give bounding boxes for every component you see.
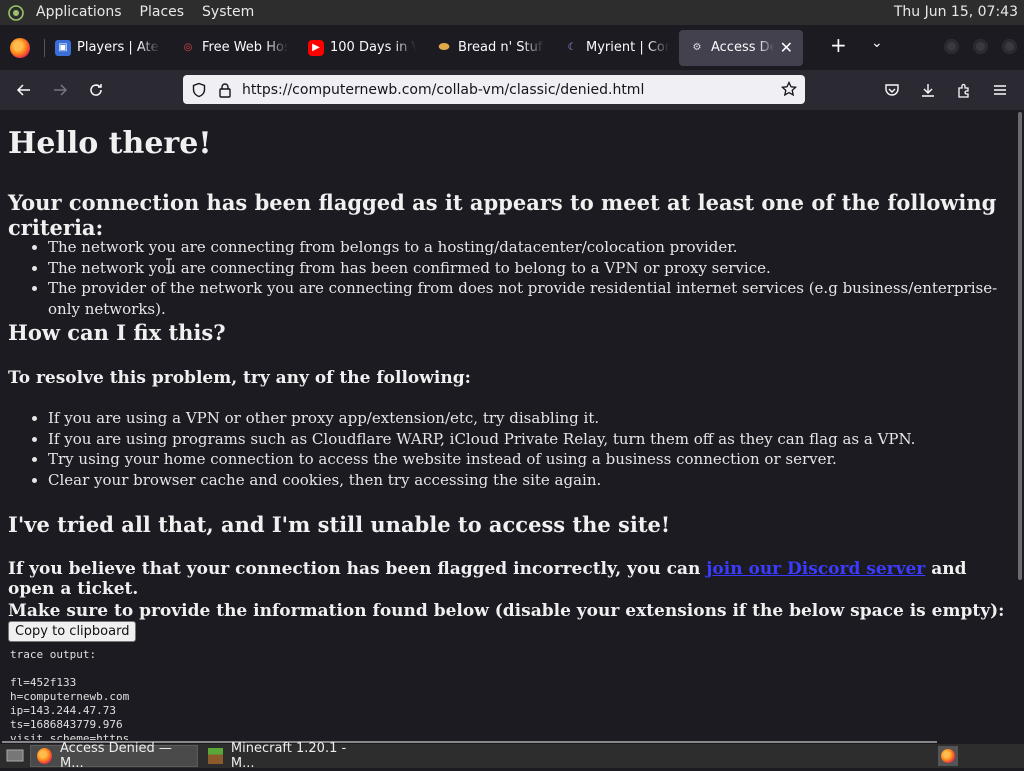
list-item: The network you are connecting from belo… — [48, 237, 1016, 258]
tray-firefox-icon[interactable] — [938, 746, 958, 766]
tab-title: Myrient | Cont — [586, 40, 669, 55]
tab-title: Free Web Hosting — [202, 40, 288, 55]
forward-icon[interactable] — [46, 76, 74, 104]
tab-bar: ▣ Players | Atern ◎ Free Web Hosting ▶ 1… — [0, 25, 1024, 70]
hamburger-menu-icon[interactable] — [986, 76, 1014, 104]
believe-text: If you believe that your connection has … — [8, 559, 707, 579]
taskbar-label: Minecraft 1.20.1 - M... — [230, 741, 347, 771]
taskbar: Access Denied — M... Minecraft 1.20.1 - … — [0, 741, 1024, 771]
firefox-view-icon[interactable] — [10, 37, 30, 58]
close-window-icon[interactable] — [1002, 39, 1017, 54]
maximize-icon[interactable] — [973, 39, 988, 54]
tab-myrient[interactable]: ☾ Myrient | Cont — [554, 30, 679, 66]
reload-icon[interactable] — [82, 76, 110, 104]
show-desktop-icon[interactable] — [6, 748, 24, 764]
taskbar-item-minecraft[interactable]: Minecraft 1.20.1 - M... — [202, 741, 370, 771]
taskbar-label: Access Denied — M... — [60, 741, 172, 771]
minimize-icon[interactable] — [944, 39, 959, 54]
collabvm-icon: ⚙ — [692, 42, 702, 53]
list-item: Try using your home connection to access… — [48, 449, 915, 470]
bookmark-star-icon[interactable] — [781, 81, 797, 97]
places-menu[interactable]: Places — [131, 0, 194, 25]
tab-title: Access Deni — [711, 40, 774, 55]
fixes-list: If you are using a VPN or other proxy ap… — [8, 408, 915, 490]
tab-100-days[interactable]: ▶ 100 Days in Vi — [298, 30, 426, 66]
url-bar[interactable]: https://computernewb.com/collab-vm/class… — [183, 75, 805, 104]
minecraft-icon — [208, 748, 223, 764]
myrient-icon: ☾ — [567, 42, 577, 53]
top-panel: Applications Places System Thu Jun 15, 0… — [0, 0, 1024, 25]
info-text: Make sure to provide the information fou… — [8, 601, 1005, 621]
discord-paragraph: If you believe that your connection has … — [8, 559, 1016, 599]
list-item: Clear your browser cache and cookies, th… — [48, 470, 915, 491]
list-all-tabs-icon[interactable]: ⌄ — [871, 35, 883, 51]
tab-players-aternos[interactable]: ▣ Players | Atern — [45, 30, 170, 66]
info-paragraph: Make sure to provide the information fou… — [8, 601, 1016, 642]
tab-title: 100 Days in Vi — [330, 40, 416, 55]
shield-icon[interactable] — [191, 82, 207, 98]
applications-menu[interactable]: Applications — [27, 0, 131, 25]
taskbar-item-firefox[interactable]: Access Denied — M... — [30, 741, 198, 771]
text-cursor-icon — [166, 258, 172, 274]
lock-icon[interactable] — [218, 82, 232, 98]
system-menu[interactable]: System — [193, 0, 263, 25]
close-tab-icon[interactable]: ✕ — [780, 38, 793, 57]
tab-free-web-hosting[interactable]: ◎ Free Web Hosting — [170, 30, 298, 66]
tab-access-denied[interactable]: ⚙ Access Deni ✕ — [679, 29, 803, 66]
tab-bread-n-stuff[interactable]: ⬬ Bread n' Stuff — [426, 30, 554, 66]
tab-title: Players | Atern — [77, 40, 160, 55]
list-item: The provider of the network you are conn… — [48, 278, 1016, 319]
firefox-icon — [37, 748, 53, 764]
page-title: Hello there! — [8, 126, 212, 161]
webhost-icon: ◎ — [183, 42, 193, 53]
page-content: Hello there! Your connection has been fl… — [0, 110, 1016, 740]
trace-output[interactable]: trace output: fl=452f133 h=computernewb.… — [10, 648, 129, 740]
criteria-list: The network you are connecting from belo… — [8, 237, 1016, 319]
panel-menu: Applications Places System — [0, 0, 263, 25]
flagged-heading: Your connection has been flagged as it a… — [8, 190, 997, 240]
downloads-icon[interactable] — [914, 76, 942, 104]
discord-link[interactable]: join our Discord server — [706, 559, 925, 579]
list-item: The network you are connecting from has … — [48, 258, 1016, 279]
copy-to-clipboard-button[interactable]: Copy to clipboard — [8, 621, 137, 642]
scrollbar-thumb[interactable] — [1018, 112, 1022, 580]
list-item: If you are using a VPN or other proxy ap… — [48, 408, 915, 429]
vertical-scrollbar[interactable] — [1016, 110, 1024, 740]
pocket-icon[interactable] — [878, 76, 906, 104]
gnome-foot-icon[interactable] — [8, 4, 24, 21]
new-tab-icon[interactable]: + — [830, 33, 847, 57]
tried-heading: I've tried all that, and I'm still unabl… — [8, 512, 671, 537]
list-item: If you are using programs such as Cloudf… — [48, 429, 915, 450]
back-icon[interactable] — [10, 76, 38, 104]
tab-title: Bread n' Stuff — [458, 40, 544, 55]
youtube-icon: ▶ — [308, 39, 324, 56]
url-text[interactable]: https://computernewb.com/collab-vm/class… — [242, 82, 644, 98]
extensions-icon[interactable] — [950, 76, 978, 104]
resolve-heading: To resolve this problem, try any of the … — [8, 368, 471, 388]
fix-heading: How can I fix this? — [8, 320, 226, 345]
bread-icon: ⬬ — [438, 40, 450, 55]
window-controls — [937, 39, 1024, 54]
panel-clock[interactable]: Thu Jun 15, 07:43 — [894, 0, 1018, 25]
aternos-icon: ▣ — [55, 39, 71, 56]
nav-bar: https://computernewb.com/collab-vm/class… — [0, 70, 1024, 110]
